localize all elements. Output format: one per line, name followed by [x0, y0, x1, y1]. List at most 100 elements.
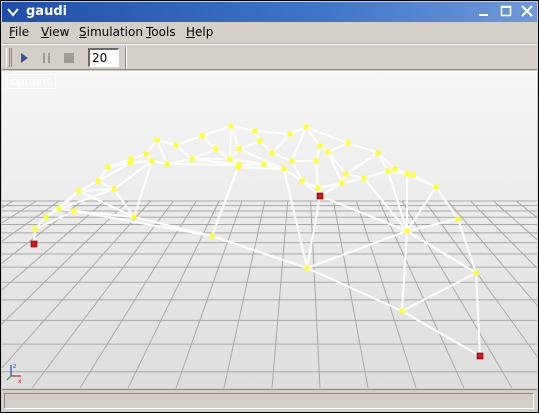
strut — [238, 140, 261, 150]
close-button[interactable] — [519, 4, 535, 19]
dome-node[interactable] — [281, 166, 287, 172]
options-button[interactable]: options — [7, 74, 56, 89]
grid-line — [271, 200, 289, 388]
dome-node[interactable] — [315, 185, 321, 191]
strut — [345, 173, 365, 179]
grid-line — [2, 200, 60, 242]
minimize-icon — [479, 14, 488, 16]
dome-node[interactable] — [404, 171, 410, 177]
dome-node[interactable] — [410, 172, 416, 178]
anchor-node[interactable] — [316, 192, 324, 200]
strut — [306, 230, 408, 269]
3d-viewport[interactable]: z x options — [2, 71, 537, 388]
dome-node[interactable] — [105, 164, 111, 170]
dome-node[interactable] — [95, 178, 101, 184]
dome-node[interactable] — [304, 265, 310, 271]
stop-button[interactable] — [59, 49, 79, 67]
dome-node[interactable] — [252, 128, 258, 134]
dome-node[interactable] — [404, 228, 410, 234]
window-title: gaudi — [26, 4, 68, 19]
dome-node[interactable] — [189, 156, 195, 162]
dome-node[interactable] — [455, 216, 461, 222]
dome-node[interactable] — [199, 133, 205, 139]
grid-line — [470, 200, 537, 269]
dome-node[interactable] — [325, 149, 331, 155]
dome-node[interactable] — [345, 140, 351, 146]
dome-node[interactable] — [343, 171, 349, 177]
dome-node[interactable] — [228, 123, 234, 129]
menu-tools[interactable]: Tools — [146, 25, 176, 39]
dome-node[interactable] — [257, 138, 263, 144]
strut — [401, 272, 477, 312]
dome-node[interactable] — [143, 151, 149, 157]
axis-x-label: x — [18, 378, 22, 385]
dome-node[interactable] — [392, 166, 398, 172]
grid-line — [2, 200, 151, 369]
strut — [271, 152, 293, 162]
strut — [283, 168, 308, 269]
menu-bar: File View Simulation Tools Help — [2, 22, 537, 44]
menu-help[interactable]: Help — [186, 25, 213, 39]
dome-node[interactable] — [361, 175, 367, 181]
dome-node[interactable] — [76, 188, 82, 194]
dome-node[interactable] — [269, 150, 275, 156]
app-chevron-icon[interactable] — [6, 5, 20, 19]
dome-node[interactable] — [111, 186, 117, 192]
dome-node[interactable] — [399, 308, 405, 314]
play-button[interactable] — [15, 49, 35, 67]
menu-view[interactable]: View — [41, 25, 69, 39]
strut — [271, 133, 291, 154]
menu-simulation[interactable]: Simulation — [79, 25, 143, 39]
strut — [201, 125, 232, 137]
dome-node[interactable] — [127, 160, 133, 166]
maximize-button[interactable] — [498, 4, 514, 19]
dome-node[interactable] — [149, 158, 155, 164]
toolbar-grip[interactable] — [6, 48, 12, 67]
dome-node[interactable] — [56, 206, 62, 212]
anchor-node[interactable] — [30, 240, 38, 248]
menu-file[interactable]: File — [9, 25, 29, 39]
dome-node[interactable] — [71, 208, 77, 214]
dome-node[interactable] — [317, 143, 323, 149]
dome-node[interactable] — [213, 146, 219, 152]
title-bar[interactable]: gaudi — [2, 2, 537, 22]
dome-node[interactable] — [32, 226, 38, 232]
play-icon — [21, 53, 28, 63]
pause-button[interactable] — [37, 49, 57, 67]
steps-input[interactable]: 20 — [88, 48, 119, 67]
dome-node[interactable] — [289, 158, 295, 164]
dome-node[interactable] — [235, 164, 241, 170]
strut — [229, 125, 232, 160]
strut — [156, 139, 168, 165]
dome-node[interactable] — [131, 214, 137, 220]
dome-node[interactable] — [261, 161, 267, 167]
strut — [211, 235, 308, 269]
strut — [166, 163, 240, 166]
dome-node[interactable] — [173, 142, 179, 148]
grid-line — [424, 200, 537, 358]
dome-node[interactable] — [209, 233, 215, 239]
dome-node[interactable] — [433, 184, 439, 190]
strut — [475, 272, 481, 357]
dome-scene: z x — [2, 123, 537, 388]
dome-node[interactable] — [236, 146, 242, 152]
dome-node[interactable] — [164, 161, 170, 167]
dome-node[interactable] — [473, 270, 479, 276]
minimize-button[interactable] — [476, 4, 492, 19]
dome-node[interactable] — [385, 168, 391, 174]
dome-node[interactable] — [313, 158, 319, 164]
grid-line — [310, 200, 321, 388]
dome-node[interactable] — [375, 150, 381, 156]
status-bar — [2, 389, 537, 411]
grid-line — [515, 200, 537, 219]
strut — [345, 152, 379, 175]
dome-node[interactable] — [287, 131, 293, 137]
dome-node[interactable] — [303, 124, 309, 130]
anchor-node[interactable] — [476, 352, 484, 360]
dome-node[interactable] — [227, 156, 233, 162]
dome-node[interactable] — [339, 180, 345, 186]
dome-node[interactable] — [43, 214, 49, 220]
dome-node[interactable] — [154, 137, 160, 143]
toolbar-separator — [125, 47, 127, 69]
dome-node[interactable] — [299, 178, 305, 184]
